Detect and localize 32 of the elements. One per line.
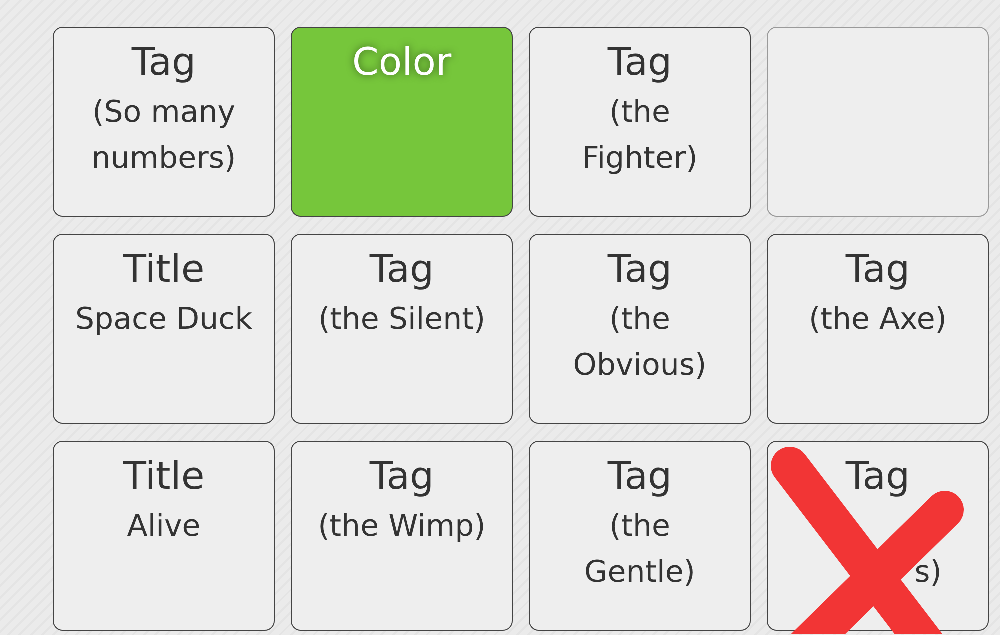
tile-title: Tag <box>846 453 910 500</box>
tag-tile[interactable]: Tag (So many numbers) <box>53 27 275 217</box>
tile-subtitle: (the Fighter) <box>582 94 698 178</box>
tile-title: Title <box>123 246 205 293</box>
title-tile[interactable]: Title Alive <box>53 441 275 631</box>
tag-tile[interactable]: Tag (the Gentle) <box>529 441 751 631</box>
title-tile[interactable]: Title Space Duck <box>53 234 275 424</box>
tile-subtitle: (the Gentle) <box>584 508 696 592</box>
tag-tile[interactable]: Tag (the Wimp) <box>291 441 513 631</box>
tile-title: Tag <box>608 39 672 86</box>
empty-tile[interactable] <box>767 27 989 217</box>
tile-title: Tag <box>370 453 434 500</box>
tile-subtitle: (the Axe) <box>809 301 947 339</box>
tile-title: Tag <box>608 453 672 500</box>
tile-subtitle: s) <box>914 554 943 592</box>
tile-title: Tag <box>132 39 196 86</box>
tile-subtitle: Alive <box>127 508 201 546</box>
tile-subtitle: (So many numbers) <box>92 94 236 178</box>
tag-tile[interactable]: Tag (the Obvious) <box>529 234 751 424</box>
tag-tile[interactable]: Tag (the Axe) <box>767 234 989 424</box>
tag-tile[interactable]: Tag (the Fighter) <box>529 27 751 217</box>
tile-title: Color <box>352 39 452 86</box>
tile-subtitle: (the Obvious) <box>573 301 707 385</box>
tile-subtitle: (the Silent) <box>318 301 486 339</box>
tile-title: Tag <box>370 246 434 293</box>
tile-title: Tag <box>608 246 672 293</box>
tile-subtitle: (the Wimp) <box>318 508 486 546</box>
tile-title: Tag <box>846 246 910 293</box>
tile-title: Title <box>123 453 205 500</box>
tag-tile[interactable]: Tag (the Silent) <box>291 234 513 424</box>
tile-subtitle: Space Duck <box>76 301 252 339</box>
tag-tile[interactable]: Tag s) <box>767 441 989 631</box>
